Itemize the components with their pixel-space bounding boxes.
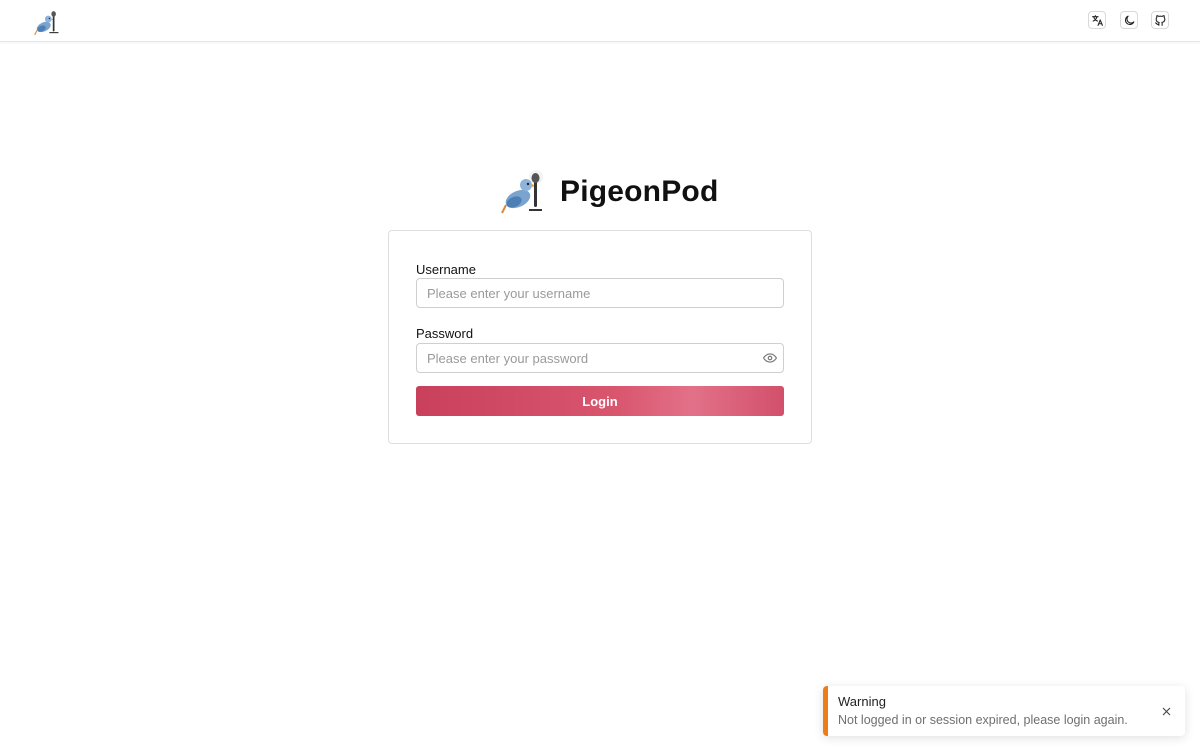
close-icon <box>1162 707 1170 715</box>
warning-toast: Warning Not logged in or session expired… <box>823 686 1185 736</box>
github-icon <box>1154 14 1165 26</box>
password-label: Password <box>416 326 474 341</box>
language-button[interactable] <box>1088 11 1106 29</box>
toast-title: Warning <box>838 694 886 709</box>
login-form: Username Password Login <box>388 230 812 444</box>
toast-accent-bar <box>823 686 828 736</box>
github-button[interactable] <box>1151 11 1169 29</box>
brand-header: PigeonPod <box>500 169 718 215</box>
toast-message: Not logged in or session expired, please… <box>838 713 1128 727</box>
pigeon-logo-icon <box>500 169 544 215</box>
show-password-toggle[interactable] <box>762 351 778 365</box>
theme-toggle-button[interactable] <box>1120 11 1138 29</box>
app-title: PigeonPod <box>560 175 719 208</box>
login-button[interactable]: Login <box>416 386 784 416</box>
app-logo-icon[interactable] <box>33 10 59 36</box>
moon-icon <box>1124 15 1134 25</box>
eye-icon <box>763 353 777 363</box>
toast-close-button[interactable] <box>1159 704 1173 718</box>
translate-icon <box>1091 14 1103 26</box>
password-input[interactable] <box>416 343 784 373</box>
top-bar <box>0 0 1200 42</box>
username-input[interactable] <box>416 278 784 308</box>
username-label: Username <box>416 262 476 277</box>
